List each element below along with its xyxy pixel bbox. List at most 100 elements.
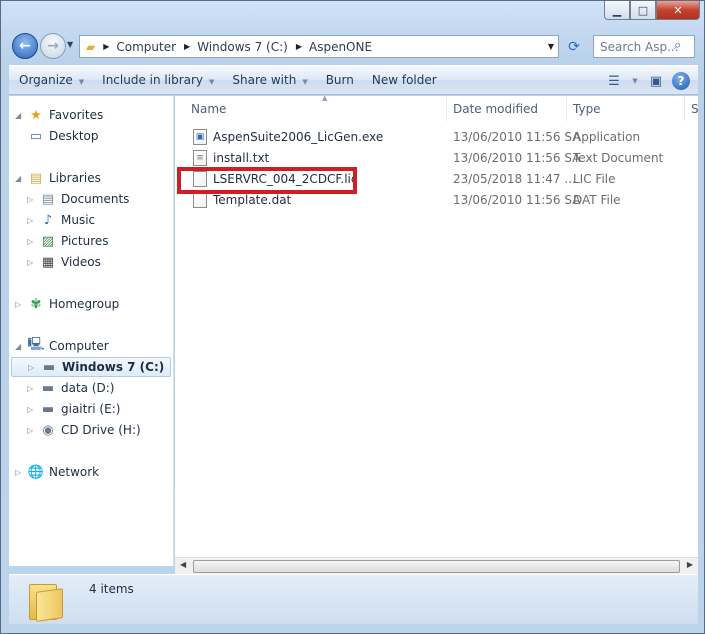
nav-item-network[interactable]: ▷ 🌐 Network bbox=[15, 462, 99, 482]
refresh-icon: ⟳ bbox=[568, 38, 580, 55]
preview-pane-icon[interactable]: ▣ bbox=[646, 71, 666, 91]
expand-icon[interactable]: ▷ bbox=[15, 300, 27, 309]
close-button[interactable]: ✕ bbox=[656, 1, 700, 20]
back-button[interactable]: ← bbox=[12, 33, 38, 59]
nav-label: Pictures bbox=[61, 234, 109, 248]
expand-icon[interactable]: ◢ bbox=[15, 111, 27, 120]
column-header-type[interactable]: Type bbox=[567, 96, 685, 121]
pictures-icon: ▨ bbox=[41, 233, 55, 249]
maximize-button[interactable]: □ bbox=[630, 1, 656, 20]
file-name: Template.dat bbox=[213, 193, 292, 207]
forward-arrow-icon: → bbox=[47, 38, 59, 54]
nav-label: Computer bbox=[49, 339, 109, 353]
file-type: DAT File bbox=[573, 193, 621, 207]
search-input[interactable]: Search Asp... ⌕ bbox=[593, 35, 695, 58]
nav-item-libraries[interactable]: ◢ ▤ Libraries bbox=[15, 168, 101, 188]
search-icon[interactable]: ⌕ bbox=[674, 38, 691, 55]
expand-icon[interactable]: ▷ bbox=[27, 237, 39, 246]
documents-icon: ▤ bbox=[41, 191, 55, 207]
application-icon: ▣ bbox=[193, 129, 207, 145]
share-with-button[interactable]: Share with ▼ bbox=[222, 73, 315, 87]
navigation-row: ← → ▼ ▰ ▶ Computer ▶ Windows 7 (C:) ▶ As… bbox=[1, 31, 705, 61]
organize-label: Organize bbox=[19, 73, 73, 87]
new-folder-button[interactable]: New folder bbox=[362, 73, 445, 87]
nav-item-cd-drive[interactable]: ▷ ◉ CD Drive (H:) bbox=[27, 420, 141, 440]
chevron-right-icon[interactable]: ▶ bbox=[296, 42, 302, 51]
network-icon: 🌐 bbox=[27, 464, 45, 480]
column-label: Name bbox=[191, 101, 227, 116]
change-view-icon[interactable]: ☰ bbox=[604, 71, 624, 91]
include-in-library-button[interactable]: Include in library ▼ bbox=[92, 73, 222, 87]
homegroup-icon: ✾ bbox=[30, 296, 42, 312]
breadcrumb-aspenone[interactable]: AspenONE bbox=[309, 40, 372, 54]
nav-label: giaitri (E:) bbox=[61, 402, 121, 416]
address-bar[interactable]: ▰ ▶ Computer ▶ Windows 7 (C:) ▶ AspenONE… bbox=[79, 35, 559, 58]
nav-item-favorites[interactable]: ◢ ★ Favorites bbox=[15, 105, 103, 125]
burn-button[interactable]: Burn bbox=[316, 73, 362, 87]
scroll-left-icon[interactable]: ◀ bbox=[180, 560, 186, 569]
view-dropdown-icon[interactable]: ▼ bbox=[630, 71, 640, 91]
scrollbar-thumb[interactable] bbox=[193, 560, 680, 573]
cd-drive-icon: ◉ bbox=[42, 422, 54, 438]
chevron-right-icon[interactable]: ▶ bbox=[103, 42, 109, 51]
horizontal-scrollbar[interactable]: ◀ ▶ bbox=[175, 557, 698, 574]
file-name: AspenSuite2006_LicGen.exe bbox=[213, 130, 384, 144]
expand-icon[interactable]: ▷ bbox=[28, 363, 40, 372]
file-date: 13/06/2010 11:56 SA bbox=[453, 193, 581, 207]
expand-icon[interactable]: ▷ bbox=[27, 195, 39, 204]
nav-label: Documents bbox=[61, 192, 130, 206]
file-row[interactable]: ▣ AspenSuite2006_LicGen.exe 13/06/2010 1… bbox=[175, 127, 698, 148]
column-header-date[interactable]: Date modified bbox=[447, 96, 567, 121]
nav-item-documents[interactable]: ▷ ▤ Documents bbox=[27, 189, 129, 209]
chevron-right-icon[interactable]: ▶ bbox=[184, 42, 190, 51]
address-dropdown-icon[interactable]: ▼ bbox=[548, 42, 554, 51]
nav-item-computer[interactable]: ◢ 🖳 Computer bbox=[15, 336, 109, 356]
file-date: 13/06/2010 11:56 SA bbox=[453, 130, 581, 144]
minimize-button[interactable]: ▁ bbox=[604, 1, 630, 20]
refresh-button[interactable]: ⟳ bbox=[561, 35, 587, 58]
item-count: 4 items bbox=[89, 582, 134, 596]
explorer-window: ▁ □ ✕ ← → ▼ ▰ ▶ Computer ▶ Windows 7 (C:… bbox=[0, 0, 705, 634]
breadcrumb-computer[interactable]: Computer bbox=[116, 40, 176, 54]
chevron-down-icon: ▼ bbox=[78, 78, 85, 86]
file-type: Text Document bbox=[573, 151, 664, 165]
highlight-annotation bbox=[177, 167, 357, 194]
expand-icon[interactable]: ◢ bbox=[15, 174, 27, 183]
nav-label: Videos bbox=[61, 255, 101, 269]
nav-item-homegroup[interactable]: ▷ ✾ Homegroup bbox=[15, 294, 119, 314]
nav-item-windows7[interactable]: ▷ ▬ Windows 7 (C:) bbox=[11, 357, 171, 377]
forward-button[interactable]: → bbox=[40, 33, 66, 59]
drive-icon: ▬ bbox=[41, 401, 55, 417]
expand-icon[interactable]: ▷ bbox=[27, 384, 39, 393]
recent-pages-dropdown[interactable]: ▼ bbox=[67, 40, 73, 49]
column-header-name[interactable]: Name ▲ bbox=[185, 96, 447, 121]
nav-item-music[interactable]: ▷ ♪ Music bbox=[27, 210, 95, 230]
expand-icon[interactable]: ▷ bbox=[27, 216, 39, 225]
star-icon: ★ bbox=[30, 107, 42, 123]
nav-label: Libraries bbox=[49, 171, 101, 185]
file-row[interactable]: ≡ install.txt 13/06/2010 11:56 SA Text D… bbox=[175, 148, 698, 169]
nav-item-desktop[interactable]: ▭ Desktop bbox=[27, 126, 99, 146]
expand-icon[interactable]: ▷ bbox=[15, 468, 27, 477]
chevron-down-icon: ▼ bbox=[209, 78, 215, 86]
scroll-right-icon[interactable]: ▶ bbox=[687, 560, 693, 569]
nav-item-pictures[interactable]: ▷ ▨ Pictures bbox=[27, 231, 109, 251]
help-icon[interactable]: ? bbox=[672, 72, 690, 90]
nav-label: Desktop bbox=[49, 129, 99, 143]
expand-icon[interactable]: ▷ bbox=[27, 258, 39, 267]
breadcrumb-windows7[interactable]: Windows 7 (C:) bbox=[197, 40, 288, 54]
file-date: 13/06/2010 11:56 SA bbox=[453, 151, 581, 165]
nav-item-data-drive[interactable]: ▷ ▬ data (D:) bbox=[27, 378, 115, 398]
folder-icon bbox=[29, 580, 63, 622]
expand-icon[interactable]: ▷ bbox=[27, 426, 39, 435]
nav-item-videos[interactable]: ▷ ▦ Videos bbox=[27, 252, 101, 272]
expand-icon[interactable]: ▷ bbox=[27, 405, 39, 414]
file-type: LIC File bbox=[573, 172, 616, 186]
column-header-size[interactable]: S bbox=[685, 96, 698, 121]
nav-item-giaitri-drive[interactable]: ▷ ▬ giaitri (E:) bbox=[27, 399, 120, 419]
music-icon: ♪ bbox=[43, 212, 53, 228]
nav-label: Homegroup bbox=[49, 297, 120, 311]
organize-button[interactable]: Organize ▼ bbox=[9, 73, 92, 87]
navigation-pane: ◢ ★ Favorites ▭ Desktop ◢ ▤ Libraries ▷ … bbox=[9, 96, 174, 566]
expand-icon[interactable]: ◢ bbox=[15, 342, 27, 351]
